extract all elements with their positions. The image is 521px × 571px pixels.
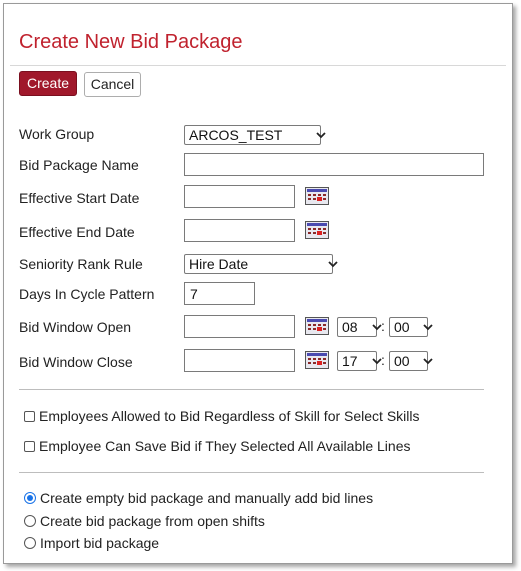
time-separator: : xyxy=(381,352,385,368)
save-bid-if-all-lines-option[interactable]: Employee Can Save Bid if They Selected A… xyxy=(24,438,411,454)
work-group-value: ARCOS_TEST xyxy=(189,127,283,143)
allow-bid-regardless-of-skill-label: Employees Allowed to Bid Regardless of S… xyxy=(39,408,420,424)
seniority-rank-rule-value: Hire Date xyxy=(189,256,249,272)
creation-mode-import-radio[interactable] xyxy=(24,537,36,549)
save-bid-if-all-lines-checkbox[interactable] xyxy=(24,440,35,452)
creation-mode-open-shifts-radio[interactable] xyxy=(24,515,36,527)
bid-window-open-hour-value: 08 xyxy=(342,319,358,335)
work-group-select[interactable]: ARCOS_TEST xyxy=(184,125,326,145)
calendar-icon[interactable] xyxy=(305,317,329,335)
work-group-label: Work Group xyxy=(19,126,95,142)
seniority-rank-rule-label: Seniority Rank Rule xyxy=(19,256,143,272)
bid-window-close-date-input[interactable] xyxy=(184,349,295,372)
bid-window-open-label: Bid Window Open xyxy=(19,319,132,335)
title-divider xyxy=(10,65,506,66)
bid-window-close-label: Bid Window Close xyxy=(19,354,133,370)
bid-window-open-minute-value: 00 xyxy=(394,319,410,335)
create-button[interactable]: Create xyxy=(19,71,77,96)
days-in-cycle-pattern-label: Days In Cycle Pattern xyxy=(19,286,155,302)
creation-mode-open-shifts-label: Create bid package from open shifts xyxy=(40,513,265,529)
effective-start-date-input[interactable] xyxy=(184,185,295,208)
creation-mode-import-option[interactable]: Import bid package xyxy=(24,535,159,551)
allow-bid-regardless-of-skill-checkbox[interactable] xyxy=(24,410,35,422)
effective-end-date-label: Effective End Date xyxy=(19,224,135,240)
bid-window-open-date-input[interactable] xyxy=(184,315,295,338)
bid-window-close-minute-select[interactable]: 00 xyxy=(389,351,433,371)
creation-mode-empty-label: Create empty bid package and manually ad… xyxy=(40,490,374,506)
bid-window-open-hour-select[interactable]: 08 xyxy=(337,317,382,337)
creation-mode-import-label: Import bid package xyxy=(40,535,160,551)
bid-window-close-hour-select[interactable]: 17 xyxy=(337,351,382,371)
effective-end-date-input[interactable] xyxy=(184,219,295,242)
calendar-icon[interactable] xyxy=(305,221,329,239)
create-bid-package-dialog: Create New Bid Package Create Cancel Wor… xyxy=(3,3,513,564)
time-separator: : xyxy=(381,318,385,334)
calendar-icon[interactable] xyxy=(305,187,329,205)
bid-window-open-minute-select[interactable]: 00 xyxy=(389,317,433,337)
allow-bid-regardless-of-skill-option[interactable]: Employees Allowed to Bid Regardless of S… xyxy=(24,408,420,424)
seniority-rank-rule-select[interactable]: Hire Date xyxy=(184,254,338,274)
effective-start-date-label: Effective Start Date xyxy=(19,190,140,206)
bid-package-name-input[interactable] xyxy=(184,153,484,176)
bid-package-name-label: Bid Package Name xyxy=(19,157,139,173)
save-bid-if-all-lines-label: Employee Can Save Bid if They Selected A… xyxy=(39,438,411,454)
bid-window-close-hour-value: 17 xyxy=(342,353,358,369)
dialog-title: Create New Bid Package xyxy=(19,31,243,53)
days-in-cycle-pattern-input[interactable] xyxy=(184,282,255,305)
bid-window-close-minute-value: 00 xyxy=(394,353,410,369)
creation-mode-open-shifts-option[interactable]: Create bid package from open shifts xyxy=(24,513,265,529)
section-divider xyxy=(19,472,484,473)
calendar-icon[interactable] xyxy=(305,351,329,369)
creation-mode-empty-radio[interactable] xyxy=(24,492,36,504)
creation-mode-empty-option[interactable]: Create empty bid package and manually ad… xyxy=(24,490,373,506)
section-divider xyxy=(19,389,484,390)
cancel-button[interactable]: Cancel xyxy=(84,72,141,97)
